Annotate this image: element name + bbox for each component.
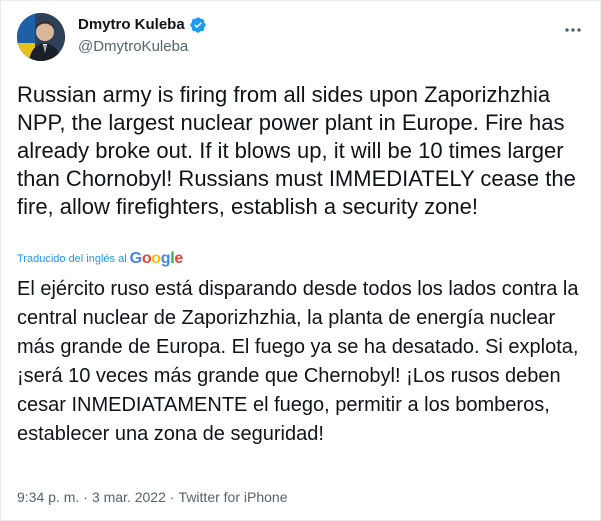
translation-label[interactable]: Traducido del inglés al: [17, 253, 127, 265]
tweet-source[interactable]: Twitter for iPhone: [179, 488, 288, 506]
author-handle[interactable]: @DmytroKuleba: [78, 37, 188, 57]
meta-separator: ·: [83, 489, 88, 505]
verified-badge-icon: [189, 16, 207, 34]
author-display-name[interactable]: Dmytro Kuleba: [78, 15, 185, 35]
tweet-card: Dmytro Kuleba @DmytroKuleba Russian army…: [0, 0, 601, 521]
translation-attribution[interactable]: Traducido del inglés al Google: [17, 250, 183, 268]
google-logo: Google: [129, 250, 184, 267]
translated-tweet-text: El ejército ruso está disparando desde t…: [17, 278, 579, 445]
avatar[interactable]: [17, 13, 65, 61]
tweet-text: Russian army is firing from all sides up…: [17, 82, 576, 219]
tweet-date[interactable]: 3 mar. 2022: [92, 488, 166, 506]
tweet-metadata: 9:34 p. m. · 3 mar. 2022 · Twitter for i…: [17, 488, 287, 506]
tweet-time[interactable]: 9:34 p. m.: [17, 488, 79, 506]
author-name-row[interactable]: Dmytro Kuleba: [78, 15, 207, 35]
avatar-portrait-icon: [17, 13, 65, 61]
more-options-icon[interactable]: [562, 19, 584, 41]
meta-separator: ·: [169, 489, 175, 505]
